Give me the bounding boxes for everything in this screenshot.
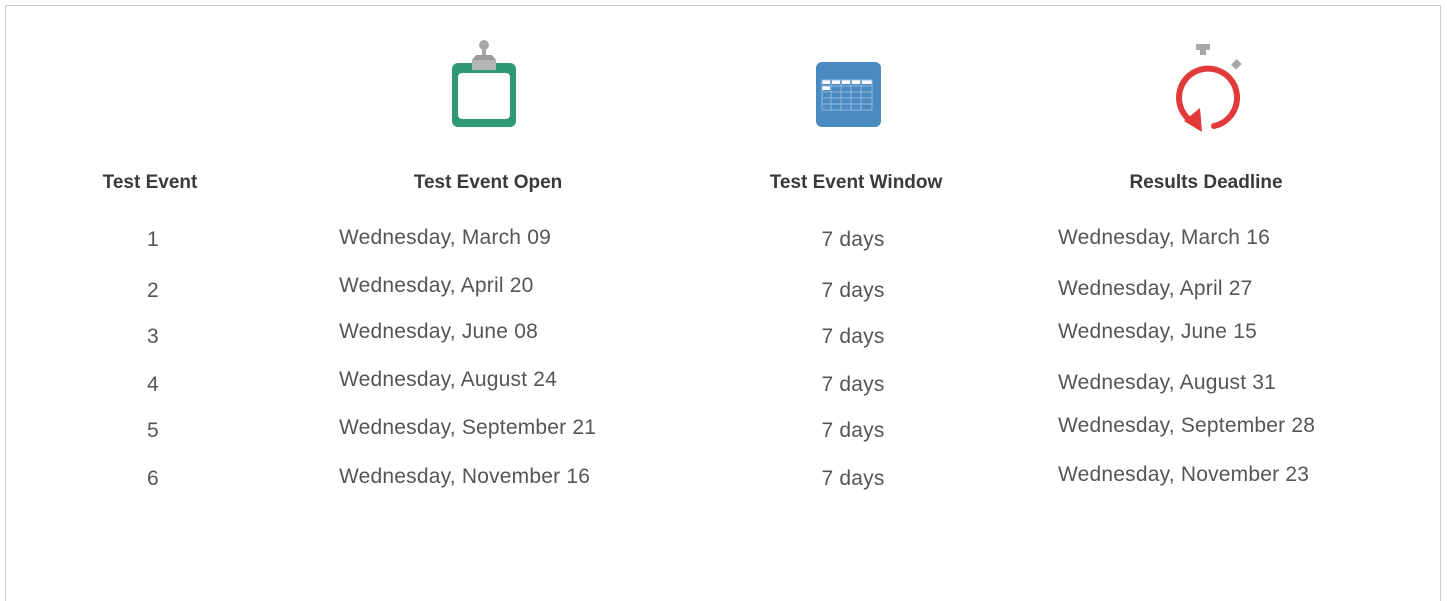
window-length: 7 days [821, 228, 885, 251]
header-results-deadline: Results Deadline [1129, 172, 1283, 193]
event-number: 2 [147, 279, 159, 302]
window-length: 7 days [821, 325, 885, 348]
table-row: 6 Wednesday, November 16 7 days Wednesda… [0, 463, 1447, 493]
event-number: 5 [147, 419, 159, 442]
table-row: 2 Wednesday, April 20 7 days Wednesday, … [0, 274, 1447, 304]
open-date: Wednesday, March 09 [339, 226, 551, 249]
calendar-grid-icon [816, 62, 882, 128]
open-date: Wednesday, September 21 [339, 416, 597, 439]
window-length: 7 days [821, 419, 885, 442]
table-row: 5 Wednesday, September 21 7 days Wednesd… [0, 414, 1447, 446]
deadline-date: Wednesday, April 27 [1058, 277, 1253, 300]
window-length: 7 days [821, 373, 885, 396]
deadline-date: Wednesday, November 23 [1058, 463, 1310, 486]
open-date: Wednesday, June 08 [339, 320, 538, 343]
event-number: 1 [147, 228, 159, 251]
open-date: Wednesday, November 16 [339, 465, 591, 488]
header-test-event-open: Test Event Open [413, 172, 563, 193]
event-number: 6 [147, 467, 159, 490]
window-length: 7 days [821, 279, 885, 302]
header-test-event: Test Event [102, 172, 198, 193]
table-row: 3 Wednesday, June 08 7 days Wednesday, J… [0, 320, 1447, 350]
event-number: 3 [147, 325, 159, 348]
open-date: Wednesday, August 24 [339, 368, 558, 391]
stopwatch-refresh-icon [1170, 40, 1250, 136]
deadline-date: Wednesday, June 15 [1058, 320, 1257, 343]
event-number: 4 [147, 373, 159, 396]
table-row: 1 Wednesday, March 09 7 days Wednesday, … [0, 226, 1447, 256]
clipboard-icon [450, 38, 520, 130]
open-date: Wednesday, April 20 [339, 274, 534, 297]
deadline-date: Wednesday, August 31 [1058, 371, 1277, 394]
window-length: 7 days [821, 467, 885, 490]
header-test-event-window: Test Event Window [769, 172, 943, 193]
deadline-date: Wednesday, March 16 [1058, 226, 1270, 249]
deadline-date: Wednesday, September 28 [1058, 414, 1316, 437]
table-row: 4 Wednesday, August 24 7 days Wednesday,… [0, 368, 1447, 398]
